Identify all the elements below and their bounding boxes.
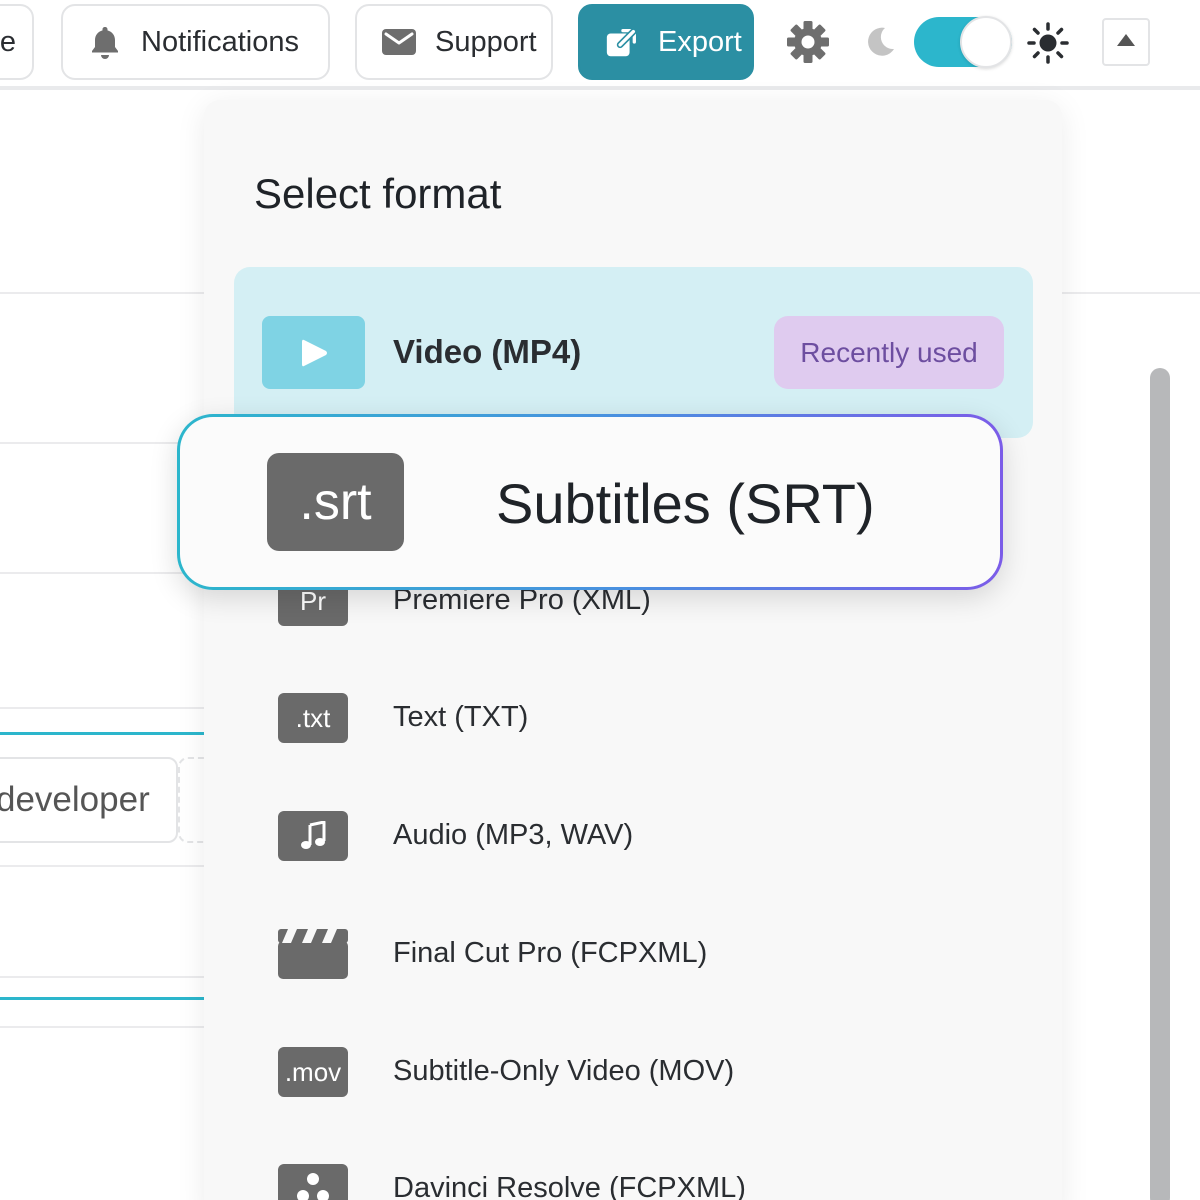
support-label: Support xyxy=(435,25,537,58)
theme-toggle[interactable] xyxy=(914,16,1012,68)
format-dropdown: Select format Video (MP4) Recently used … xyxy=(204,100,1062,1200)
section-divider xyxy=(0,707,220,709)
format-option-final-cut[interactable]: Final Cut Pro (FCPXML) xyxy=(278,929,978,979)
toggle-knob xyxy=(960,16,1012,68)
export-button[interactable]: Export xyxy=(578,4,754,80)
music-note-icon xyxy=(278,811,348,861)
davinci-icon xyxy=(278,1164,348,1200)
format-option-srt-selected[interactable]: .srt Subtitles (SRT) xyxy=(177,414,1003,590)
recently-used-badge: Recently used xyxy=(774,316,1004,389)
mail-icon xyxy=(381,24,417,60)
bell-icon xyxy=(87,24,123,60)
clapperboard-icon xyxy=(278,929,348,979)
support-button[interactable]: Support xyxy=(355,4,553,80)
txt-file-icon: .txt xyxy=(278,693,348,743)
sun-icon xyxy=(1026,21,1070,65)
format-option-audio[interactable]: Audio (MP3, WAV) xyxy=(278,811,978,861)
section-divider xyxy=(0,976,220,978)
page-scrollbar[interactable] xyxy=(1150,368,1170,1200)
format-option-davinci[interactable]: Davinci Resolve (FCPXML) xyxy=(278,1164,978,1200)
active-field-underline xyxy=(0,732,220,735)
notifications-label: Notifications xyxy=(141,25,299,58)
dropdown-title: Select format xyxy=(254,170,502,217)
section-divider xyxy=(0,865,220,867)
section-divider xyxy=(0,1026,220,1028)
tag-chip-label: developer xyxy=(0,780,150,819)
format-option-label: Audio (MP3, WAV) xyxy=(393,819,634,851)
top-toolbar: le Notifications Support Export xyxy=(0,0,1200,86)
format-option-label: Subtitles (SRT) xyxy=(496,472,875,535)
export-label: Export xyxy=(658,25,742,58)
collapse-button[interactable] xyxy=(1102,18,1150,66)
mov-file-icon: .mov xyxy=(278,1047,348,1097)
external-link-icon xyxy=(604,24,640,60)
truncated-button-label: le xyxy=(0,25,16,58)
format-option-mov[interactable]: .mov Subtitle-Only Video (MOV) xyxy=(278,1047,978,1097)
play-icon xyxy=(262,316,365,389)
format-option-label: Subtitle-Only Video (MOV) xyxy=(393,1055,735,1087)
format-option-label: Text (TXT) xyxy=(393,701,529,733)
format-option-label: Video (MP4) xyxy=(393,333,582,370)
toolbar-divider xyxy=(0,86,1200,90)
format-option-video[interactable]: Video (MP4) Recently used xyxy=(234,267,1033,438)
chevron-up-icon xyxy=(1116,33,1136,52)
gear-icon[interactable] xyxy=(786,20,830,64)
srt-card-body: .srt Subtitles (SRT) xyxy=(180,417,1000,587)
format-option-label: Davinci Resolve (FCPXML) xyxy=(393,1172,746,1200)
truncated-toolbar-button[interactable]: le xyxy=(0,4,34,80)
srt-file-icon: .srt xyxy=(267,453,404,551)
tag-chip[interactable]: developer xyxy=(0,757,178,843)
format-option-text[interactable]: .txt Text (TXT) xyxy=(278,693,978,743)
format-option-label: Final Cut Pro (FCPXML) xyxy=(393,937,708,969)
moon-icon xyxy=(862,24,898,60)
notifications-button[interactable]: Notifications xyxy=(61,4,330,80)
active-field-underline xyxy=(0,997,220,1000)
